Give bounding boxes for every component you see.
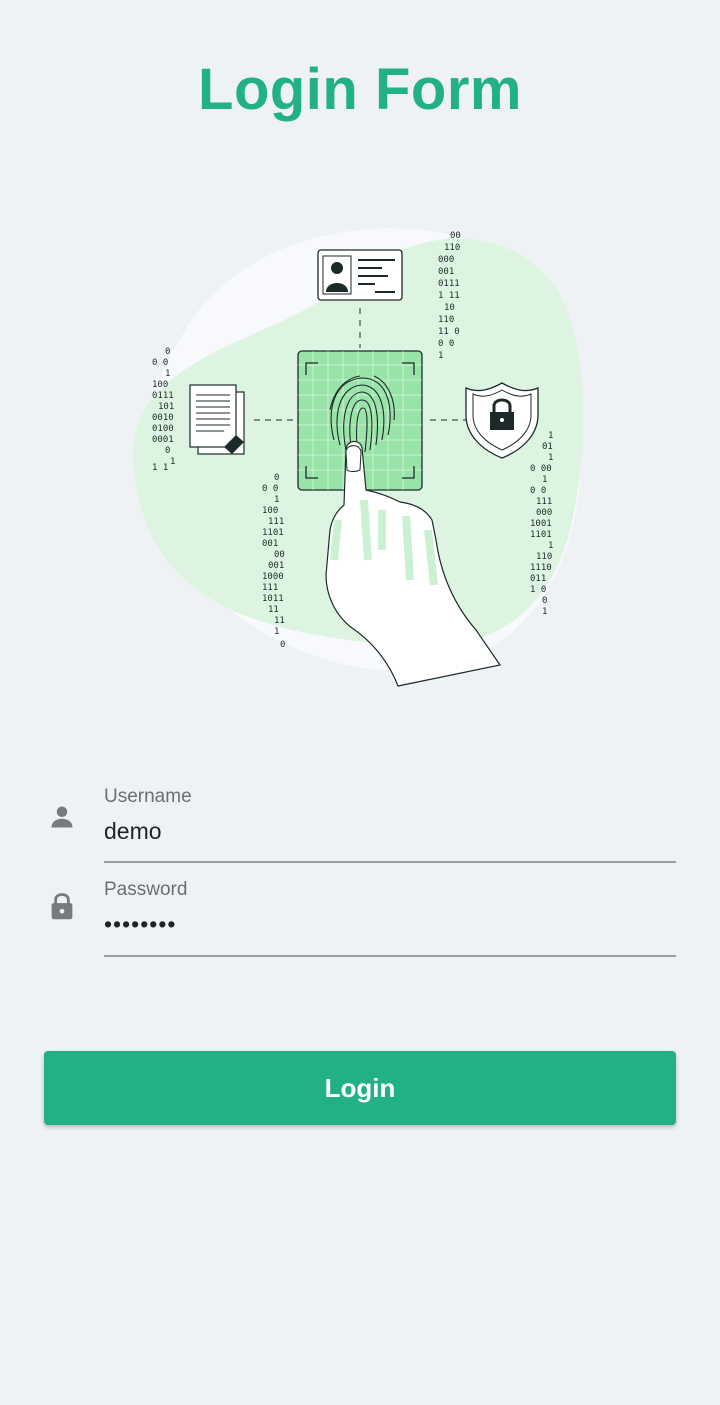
svg-text:11 0: 11 0 [438,327,460,337]
svg-text:100: 100 [152,380,168,390]
document-icon [189,384,245,455]
svg-text:1110: 1110 [530,563,552,573]
svg-text:00: 00 [450,231,461,241]
svg-text:1: 1 [274,495,279,505]
svg-text:10: 10 [444,303,455,313]
svg-text:0111: 0111 [152,391,174,401]
svg-text:0010: 0010 [152,413,174,423]
password-field[interactable]: Password •••••••• [44,879,676,969]
login-screen: Login Form 0 0 0 1 100 0111 101 0010 010… [0,0,720,1405]
svg-text:01: 01 [542,442,553,452]
id-card-icon [317,249,403,301]
svg-text:1 11: 1 11 [438,291,460,301]
svg-text:001: 001 [262,539,278,549]
username-field[interactable]: Username [44,786,676,876]
svg-text:1: 1 [274,627,279,637]
svg-text:000: 000 [438,255,454,265]
svg-text:0 0: 0 0 [262,484,278,494]
svg-text:1101: 1101 [262,528,284,538]
svg-text:1: 1 [542,607,547,617]
fingerprint-scan-illustration: 00 01 1000111101 001001000001 011 1 0011… [133,228,584,687]
svg-text:001: 001 [438,267,454,277]
svg-text:00: 00 [274,550,285,560]
svg-text:011: 011 [530,574,546,584]
svg-text:001: 001 [268,561,284,571]
svg-text:111: 111 [536,497,552,507]
svg-text:1 1: 1 1 [152,463,168,473]
svg-text:0 0: 0 0 [530,486,546,496]
svg-text:0 00: 0 00 [530,464,552,474]
password-label: Password [104,879,188,900]
username-underline [104,861,676,863]
svg-text:1: 1 [542,475,547,485]
svg-text:101: 101 [158,402,174,412]
svg-text:1001: 1001 [530,519,552,529]
svg-text:1: 1 [548,453,553,463]
svg-text:1 0: 1 0 [530,585,546,595]
svg-text:0: 0 [165,347,170,357]
svg-text:0 0: 0 0 [152,358,168,368]
svg-text:1: 1 [438,351,443,361]
username-label: Username [104,786,192,807]
svg-text:11: 11 [268,605,279,615]
svg-text:0 0: 0 0 [438,339,454,349]
svg-text:1: 1 [165,369,170,379]
svg-text:110: 110 [444,243,460,253]
svg-text:0: 0 [274,473,279,483]
password-input[interactable]: •••••••• [104,911,664,938]
person-icon [51,806,73,828]
password-underline [104,955,676,957]
svg-text:1: 1 [548,541,553,551]
svg-text:0100: 0100 [152,424,174,434]
svg-text:1: 1 [170,457,175,467]
svg-text:0: 0 [165,446,170,456]
svg-text:000: 000 [536,508,552,518]
svg-text:110: 110 [438,315,454,325]
lock-icon [51,893,73,920]
svg-text:11: 11 [274,616,285,626]
svg-text:1: 1 [548,431,553,441]
svg-text:111: 111 [268,517,284,527]
svg-text:0111: 0111 [438,279,460,289]
svg-text:1101: 1101 [530,530,552,540]
svg-text:0: 0 [542,596,547,606]
username-input[interactable] [104,818,664,845]
svg-text:110: 110 [536,552,552,562]
login-button[interactable]: Login [44,1051,676,1125]
svg-text:1011: 1011 [262,594,284,604]
svg-text:0: 0 [280,640,285,650]
page-title: Login Form [198,57,522,122]
svg-text:0001: 0001 [152,435,174,445]
svg-text:1000: 1000 [262,572,284,582]
svg-text:111: 111 [262,583,278,593]
svg-text:100: 100 [262,506,278,516]
